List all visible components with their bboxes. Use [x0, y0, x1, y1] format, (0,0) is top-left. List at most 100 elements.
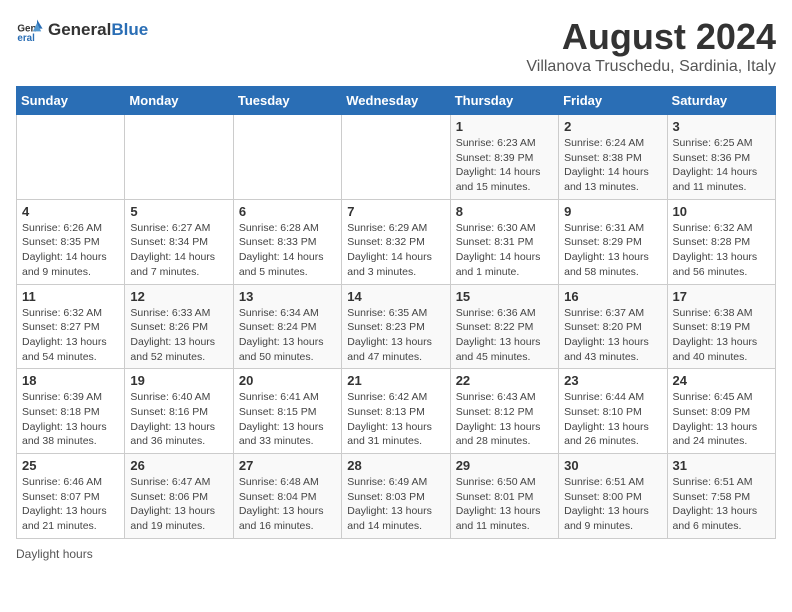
- calendar-cell: 16 Sunrise: 6:37 AM Sunset: 8:20 PM Dayli…: [559, 284, 667, 369]
- day-number: 2: [564, 119, 661, 134]
- calendar-body: 1 Sunrise: 6:23 AM Sunset: 8:39 PM Daylig…: [17, 115, 776, 539]
- day-number: 4: [22, 204, 119, 219]
- calendar-cell: 25 Sunrise: 6:46 AM Sunset: 8:07 PM Dayli…: [17, 454, 125, 539]
- day-number: 11: [22, 289, 119, 304]
- day-info: Sunrise: 6:37 AM Sunset: 8:20 PM Dayligh…: [564, 306, 661, 365]
- calendar-cell: 14Sunrise: 6:35 AM Sunset: 8:23 PM Dayli…: [342, 284, 450, 369]
- day-info: Sunrise: 6:39 AM Sunset: 8:18 PM Dayligh…: [22, 390, 119, 449]
- day-info: Sunrise: 6:44 AM Sunset: 8:10 PM Dayligh…: [564, 390, 661, 449]
- day-of-week-header: Saturday: [667, 87, 775, 115]
- calendar-cell: [125, 115, 233, 200]
- calendar-cell: 29Sunrise: 6:50 AM Sunset: 8:01 PM Dayli…: [450, 454, 558, 539]
- day-number: 9: [564, 204, 661, 219]
- calendar-cell: 3 Sunrise: 6:25 AM Sunset: 8:36 PM Daylig…: [667, 115, 775, 200]
- day-info: Sunrise: 6:23 AM Sunset: 8:39 PM Dayligh…: [456, 136, 553, 195]
- day-number: 6: [239, 204, 336, 219]
- day-info: Sunrise: 6:51 AM Sunset: 8:00 PM Dayligh…: [564, 475, 661, 534]
- day-number: 17: [673, 289, 770, 304]
- day-number: 10: [673, 204, 770, 219]
- day-of-week-header: Sunday: [17, 87, 125, 115]
- day-info: Sunrise: 6:50 AM Sunset: 8:01 PM Dayligh…: [456, 475, 553, 534]
- day-number: 22: [456, 373, 553, 388]
- day-info: Sunrise: 6:41 AM Sunset: 8:15 PM Dayligh…: [239, 390, 336, 449]
- calendar-cell: 12 Sunrise: 6:33 AM Sunset: 8:26 PM Dayli…: [125, 284, 233, 369]
- day-info: Sunrise: 6:26 AM Sunset: 8:35 PM Dayligh…: [22, 221, 119, 280]
- calendar-cell: 4 Sunrise: 6:26 AM Sunset: 8:35 PM Daylig…: [17, 199, 125, 284]
- day-number: 1: [456, 119, 553, 134]
- day-number: 25: [22, 458, 119, 473]
- calendar-header: SundayMondayTuesdayWednesdayThursdayFrid…: [17, 87, 776, 115]
- calendar-cell: 19 Sunrise: 6:40 AM Sunset: 8:16 PM Dayli…: [125, 369, 233, 454]
- day-info: Sunrise: 6:40 AM Sunset: 8:16 PM Dayligh…: [130, 390, 227, 449]
- calendar-cell: 15 Sunrise: 6:36 AM Sunset: 8:22 PM Dayli…: [450, 284, 558, 369]
- calendar-title: August 2024: [526, 16, 776, 58]
- day-number: 8: [456, 204, 553, 219]
- day-info: Sunrise: 6:31 AM Sunset: 8:29 PM Dayligh…: [564, 221, 661, 280]
- calendar-cell: 30Sunrise: 6:51 AM Sunset: 8:00 PM Dayli…: [559, 454, 667, 539]
- calendar-cell: 11 Sunrise: 6:32 AM Sunset: 8:27 PM Dayli…: [17, 284, 125, 369]
- day-number: 23: [564, 373, 661, 388]
- calendar-cell: 10 Sunrise: 6:32 AM Sunset: 8:28 PM Dayli…: [667, 199, 775, 284]
- day-number: 16: [564, 289, 661, 304]
- day-info: Sunrise: 6:34 AM Sunset: 8:24 PM Dayligh…: [239, 306, 336, 365]
- day-of-week-header: Wednesday: [342, 87, 450, 115]
- calendar-cell: 22 Sunrise: 6:43 AM Sunset: 8:12 PM Dayli…: [450, 369, 558, 454]
- calendar-table: SundayMondayTuesdayWednesdayThursdayFrid…: [16, 86, 776, 539]
- day-info: Sunrise: 6:36 AM Sunset: 8:22 PM Dayligh…: [456, 306, 553, 365]
- logo-blue: Blue: [111, 20, 148, 40]
- calendar-cell: [17, 115, 125, 200]
- day-number: 24: [673, 373, 770, 388]
- day-info: Sunrise: 6:24 AM Sunset: 8:38 PM Dayligh…: [564, 136, 661, 195]
- calendar-cell: [342, 115, 450, 200]
- day-info: Sunrise: 6:29 AM Sunset: 8:32 PM Dayligh…: [347, 221, 444, 280]
- day-info: Sunrise: 6:30 AM Sunset: 8:31 PM Dayligh…: [456, 221, 553, 280]
- day-number: 27: [239, 458, 336, 473]
- day-info: Sunrise: 6:45 AM Sunset: 8:09 PM Dayligh…: [673, 390, 770, 449]
- day-number: 31: [673, 458, 770, 473]
- day-info: Sunrise: 6:48 AM Sunset: 8:04 PM Dayligh…: [239, 475, 336, 534]
- day-info: Sunrise: 6:25 AM Sunset: 8:36 PM Dayligh…: [673, 136, 770, 195]
- day-number: 19: [130, 373, 227, 388]
- day-number: 20: [239, 373, 336, 388]
- page-header: Gen eral General Blue August 2024 Villan…: [16, 16, 776, 76]
- day-number: 26: [130, 458, 227, 473]
- calendar-cell: 28Sunrise: 6:49 AM Sunset: 8:03 PM Dayli…: [342, 454, 450, 539]
- svg-text:eral: eral: [17, 33, 35, 44]
- day-number: 21: [347, 373, 444, 388]
- calendar-cell: 21 Sunrise: 6:42 AM Sunset: 8:13 PM Dayli…: [342, 369, 450, 454]
- day-number: 13: [239, 289, 336, 304]
- day-info: Sunrise: 6:38 AM Sunset: 8:19 PM Dayligh…: [673, 306, 770, 365]
- day-info: Sunrise: 6:32 AM Sunset: 8:27 PM Dayligh…: [22, 306, 119, 365]
- logo-icon: Gen eral: [16, 16, 44, 44]
- day-info: Sunrise: 6:33 AM Sunset: 8:26 PM Dayligh…: [130, 306, 227, 365]
- calendar-cell: 24 Sunrise: 6:45 AM Sunset: 8:09 PM Dayli…: [667, 369, 775, 454]
- day-number: 15: [456, 289, 553, 304]
- day-of-week-header: Thursday: [450, 87, 558, 115]
- logo-general: General: [48, 20, 111, 40]
- day-info: Sunrise: 6:47 AM Sunset: 8:06 PM Dayligh…: [130, 475, 227, 534]
- day-number: 3: [673, 119, 770, 134]
- calendar-cell: 1 Sunrise: 6:23 AM Sunset: 8:39 PM Daylig…: [450, 115, 558, 200]
- title-area: August 2024 Villanova Truschedu, Sardini…: [526, 16, 776, 76]
- calendar-cell: 26 Sunrise: 6:47 AM Sunset: 8:06 PM Dayli…: [125, 454, 233, 539]
- logo: Gen eral General Blue: [16, 16, 148, 44]
- day-info: Sunrise: 6:43 AM Sunset: 8:12 PM Dayligh…: [456, 390, 553, 449]
- calendar-cell: 2 Sunrise: 6:24 AM Sunset: 8:38 PM Daylig…: [559, 115, 667, 200]
- day-info: Sunrise: 6:42 AM Sunset: 8:13 PM Dayligh…: [347, 390, 444, 449]
- day-info: Sunrise: 6:28 AM Sunset: 8:33 PM Dayligh…: [239, 221, 336, 280]
- calendar-cell: 8 Sunrise: 6:30 AM Sunset: 8:31 PM Daylig…: [450, 199, 558, 284]
- calendar-week-row: 1 Sunrise: 6:23 AM Sunset: 8:39 PM Daylig…: [17, 115, 776, 200]
- day-number: 28: [347, 458, 444, 473]
- calendar-cell: [233, 115, 341, 200]
- day-info: Sunrise: 6:32 AM Sunset: 8:28 PM Dayligh…: [673, 221, 770, 280]
- day-of-week-header: Monday: [125, 87, 233, 115]
- calendar-cell: 31Sunrise: 6:51 AM Sunset: 7:58 PM Dayli…: [667, 454, 775, 539]
- calendar-cell: 5Sunrise: 6:27 AM Sunset: 8:34 PM Daylig…: [125, 199, 233, 284]
- day-info: Sunrise: 6:46 AM Sunset: 8:07 PM Dayligh…: [22, 475, 119, 534]
- calendar-week-row: 4 Sunrise: 6:26 AM Sunset: 8:35 PM Daylig…: [17, 199, 776, 284]
- calendar-cell: 23 Sunrise: 6:44 AM Sunset: 8:10 PM Dayli…: [559, 369, 667, 454]
- day-info: Sunrise: 6:27 AM Sunset: 8:34 PM Dayligh…: [130, 221, 227, 280]
- day-number: 12: [130, 289, 227, 304]
- calendar-week-row: 18Sunrise: 6:39 AM Sunset: 8:18 PM Dayli…: [17, 369, 776, 454]
- calendar-cell: 27 Sunrise: 6:48 AM Sunset: 8:04 PM Dayli…: [233, 454, 341, 539]
